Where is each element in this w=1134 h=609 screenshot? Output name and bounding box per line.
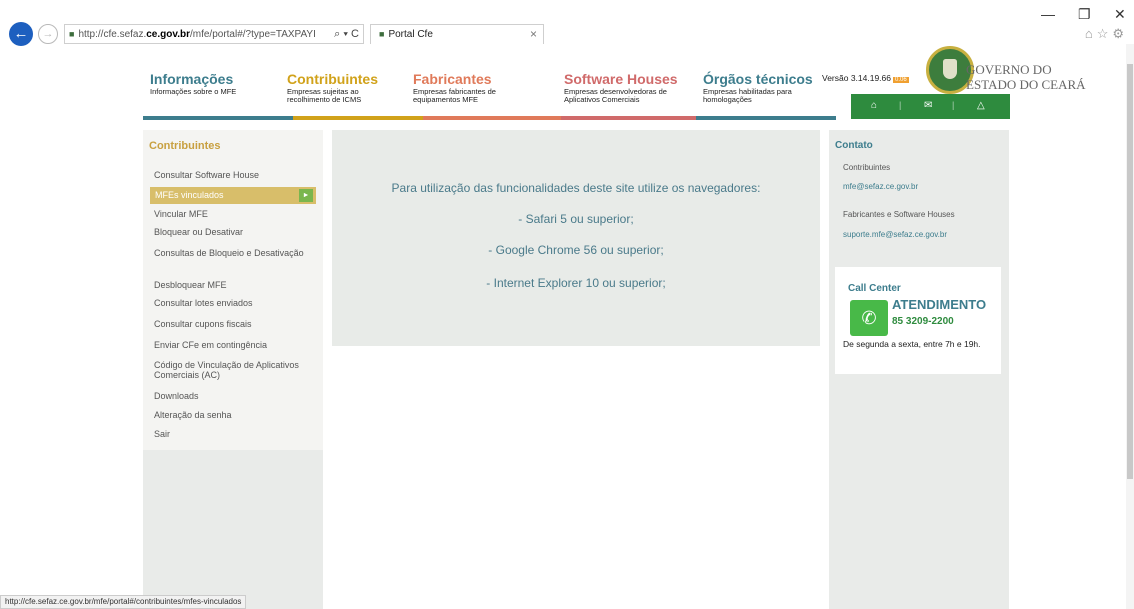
- home-icon[interactable]: ⌂: [871, 100, 877, 111]
- sidebar-menu: Contribuintes Consultar Software House M…: [143, 130, 323, 450]
- close-window-icon[interactable]: ✕: [1114, 6, 1126, 23]
- nav-underline: [561, 116, 696, 120]
- call-center-phone: 85 3209-2200: [892, 316, 954, 327]
- nav-subtitle: Empresas desenvolvedoras de Aplicativos …: [564, 87, 667, 104]
- sidebar-title: Contribuintes: [149, 140, 221, 152]
- atendimento-label: ATENDIMENTO: [892, 297, 987, 312]
- contact-contrib-email[interactable]: mfe@sefaz.ce.gov.br: [843, 182, 918, 191]
- divider: |: [952, 100, 955, 110]
- back-arrow-icon[interactable]: ←: [9, 22, 33, 46]
- gov-line-1: GOVERNO DO: [966, 62, 1052, 77]
- nav-underline: [143, 116, 293, 120]
- star-icon[interactable]: ☆: [1097, 26, 1113, 41]
- nav-title: Contribuintes: [287, 71, 378, 87]
- sidebar-item-consultar-cupons[interactable]: Consultar cupons fiscais: [154, 319, 319, 329]
- vertical-scrollbar[interactable]: [1126, 44, 1134, 609]
- call-center-box: Call Center ✆ ATENDIMENTO 85 3209-2200 D…: [835, 267, 1001, 374]
- tab-favicon-icon: ■: [379, 29, 385, 39]
- scrollbar-thumb[interactable]: [1127, 64, 1133, 479]
- nav-underline: [423, 116, 561, 120]
- sidebar-item-mfes-vinculados[interactable]: MFEs vinculados ►: [150, 187, 316, 204]
- chevron-right-icon: ►: [299, 189, 313, 202]
- tab-title: Portal Cfe: [388, 29, 433, 40]
- nav-contribuintes[interactable]: Contribuintes Empresas sujeitas ao recol…: [287, 72, 392, 104]
- government-logo-text: GOVERNO DO ESTADO DO CEARÁ: [966, 62, 1086, 92]
- divider: |: [899, 100, 902, 110]
- notice-browser-item: - Internet Explorer 10 ou superior;: [486, 276, 666, 290]
- sidebar-item-alteracao-senha[interactable]: Alteração da senha: [154, 410, 319, 420]
- call-center-title: Call Center: [848, 283, 901, 294]
- status-bar-url: http://cfe.sefaz.ce.gov.br/mfe/portal#/c…: [0, 595, 247, 609]
- sidebar-item-downloads[interactable]: Downloads: [154, 391, 319, 401]
- mail-icon[interactable]: ✉: [924, 100, 932, 111]
- notice-intro: Para utilização das funcionalidades dest…: [391, 181, 761, 195]
- gov-line-2: ESTADO DO CEARÁ: [966, 77, 1086, 92]
- left-sidebar: Contribuintes Consultar Software House M…: [143, 130, 323, 609]
- contact-contrib-label: Contribuintes: [843, 163, 891, 172]
- sidebar-item-label: MFEs vinculados: [155, 190, 224, 200]
- sidebar-item-consultar-software-house[interactable]: Consultar Software House: [154, 170, 319, 180]
- address-bar[interactable]: ■ http://cfe.sefaz.ce.gov.br/mfe/portal#/…: [64, 24, 364, 44]
- nav-title: Software Houses: [564, 71, 678, 87]
- nav-software-houses[interactable]: Software Houses Empresas desenvolvedoras…: [564, 72, 689, 104]
- nav-title: Órgãos técnicos: [703, 71, 813, 87]
- version-label: Versão 3.14.19.66 0.06: [822, 73, 909, 83]
- tab-close-icon[interactable]: ×: [530, 25, 537, 43]
- sidebar-item-enviar-cfe[interactable]: Enviar CFe em contingência: [154, 340, 319, 350]
- notice-browser-item: - Safari 5 ou superior;: [518, 212, 634, 226]
- sidebar-item-sair[interactable]: Sair: [154, 429, 319, 439]
- quick-links-bar: ⌂ | ✉ | △: [851, 94, 1010, 119]
- notice-browser-item: - Google Chrome 56 ou superior;: [488, 243, 664, 257]
- nav-title: Fabricantes: [413, 71, 492, 87]
- maximize-icon[interactable]: ❐: [1078, 6, 1091, 23]
- nav-subtitle: Empresas sujeitas ao recolhimento de ICM…: [287, 87, 362, 104]
- nav-fabricantes[interactable]: Fabricantes Empresas fabricantes de equi…: [413, 72, 533, 104]
- forward-arrow-icon[interactable]: →: [38, 24, 58, 44]
- browser-chrome: ← → ■ http://cfe.sefaz.ce.gov.br/mfe/port…: [0, 0, 1134, 46]
- gear-icon[interactable]: ⚙: [1112, 26, 1128, 41]
- browser-tab[interactable]: ■ Portal Cfe ×: [370, 24, 544, 44]
- call-center-hours: De segunda a sexta, entre 7h e 19h.: [843, 339, 981, 349]
- address-prefix: http://cfe.sefaz.: [78, 29, 147, 40]
- nav-subtitle: Informações sobre o MFE: [150, 87, 237, 96]
- sidebar-item-desbloquear[interactable]: Desbloquear MFE: [154, 280, 319, 290]
- nav-underline: [696, 116, 836, 120]
- address-suffix: /mfe/portal#/?type=TAXPAYI: [189, 29, 316, 40]
- contact-title: Contato: [835, 140, 873, 151]
- browser-notice-panel: Para utilização das funcionalidades dest…: [332, 130, 820, 346]
- phone-icon: ✆: [850, 300, 888, 336]
- nav-informacoes[interactable]: Informações Informações sobre o MFE: [150, 72, 280, 96]
- minimize-icon[interactable]: —: [1041, 6, 1055, 22]
- sidebar-item-bloquear[interactable]: Bloquear ou Desativar: [154, 227, 319, 237]
- contact-fab-label: Fabricantes e Software Houses: [843, 210, 955, 219]
- home-icon[interactable]: ⌂: [1085, 26, 1097, 41]
- nav-underline: [293, 116, 423, 120]
- accessibility-icon[interactable]: △: [977, 100, 985, 111]
- site-header: Informações Informações sobre o MFE Cont…: [143, 44, 1010, 122]
- contact-fab-email[interactable]: suporte.mfe@sefaz.ce.gov.br: [843, 230, 947, 239]
- contact-sidebar: Contato Contribuintes mfe@sefaz.ce.gov.b…: [829, 130, 1009, 609]
- toolbar-icons: ⌂☆⚙: [1085, 26, 1128, 42]
- nav-orgaos-tecnicos[interactable]: Órgãos técnicos Empresas habilitadas par…: [703, 72, 818, 104]
- nav-title: Informações: [150, 71, 234, 87]
- nav-subtitle: Empresas habilitadas para homologações: [703, 87, 792, 104]
- sidebar-item-consultas-bloqueio[interactable]: Consultas de Bloqueio e Desativação: [154, 248, 319, 258]
- sidebar-item-codigo-vinculacao[interactable]: Código de Vinculação de Aplicativos Come…: [154, 360, 319, 380]
- sidebar-item-vincular-mfe[interactable]: Vincular MFE: [154, 209, 319, 219]
- address-controls[interactable]: ⌕ ▾ C: [332, 25, 359, 43]
- nav-subtitle: Empresas fabricantes de equipamentos MFE: [413, 87, 496, 104]
- sidebar-item-consultar-lotes[interactable]: Consultar lotes enviados: [154, 298, 319, 308]
- address-domain: ce.gov.br: [146, 29, 190, 40]
- version-text: Versão 3.14.19.66: [822, 73, 892, 83]
- site-favicon-icon: ■: [69, 29, 75, 39]
- version-badge: 0.06: [893, 77, 909, 83]
